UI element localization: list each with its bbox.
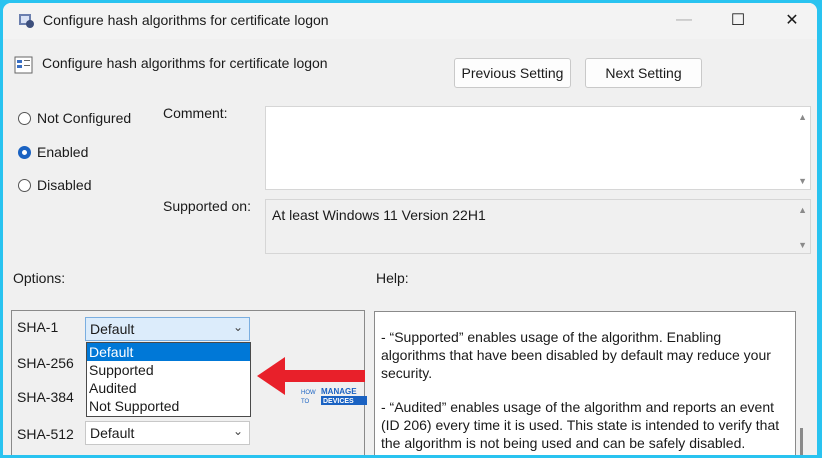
radio-label: Not Configured xyxy=(37,110,132,126)
sha1-select[interactable]: Default ⌄ xyxy=(85,317,250,341)
radio-disabled[interactable]: Disabled xyxy=(18,177,91,193)
supported-on-label: Supported on: xyxy=(163,198,251,214)
help-scrollbar[interactable] xyxy=(800,428,803,455)
close-icon[interactable]: ✕ xyxy=(769,3,815,37)
sha512-label: SHA-512 xyxy=(17,426,74,442)
radio-not-configured[interactable]: Not Configured xyxy=(18,110,131,126)
comment-label: Comment: xyxy=(163,105,228,121)
options-label: Options: xyxy=(13,270,66,286)
help-paragraph: - “Audited” enables usage of the algorit… xyxy=(381,399,780,451)
setting-title: Configure hash algorithms for certificat… xyxy=(42,55,328,71)
watermark-logo: HOW TO MANAGE DEVICES xyxy=(301,387,367,405)
radio-off-icon xyxy=(18,111,31,125)
supported-on-box: At least Windows 11 Version 22H1 ▲ ▼ xyxy=(265,199,811,254)
scroll-up-icon[interactable]: ▲ xyxy=(798,205,807,215)
select-value: Default xyxy=(90,425,135,441)
policy-setting-icon xyxy=(14,56,33,74)
help-paragraph: - “Supported” enables usage of the algor… xyxy=(381,329,771,381)
supported-on-value: At least Windows 11 Version 22H1 xyxy=(272,207,486,223)
previous-setting-button[interactable]: Previous Setting xyxy=(454,58,571,88)
chevron-down-icon: ⌄ xyxy=(232,424,243,438)
radio-off-icon xyxy=(18,178,31,192)
next-setting-button[interactable]: Next Setting xyxy=(585,58,702,88)
maximize-icon[interactable]: ☐ xyxy=(715,3,761,37)
scroll-down-icon[interactable]: ▼ xyxy=(798,176,807,186)
dropdown-option[interactable]: Audited xyxy=(87,379,250,397)
radio-enabled[interactable]: Enabled xyxy=(18,144,88,160)
radio-label: Enabled xyxy=(37,144,89,160)
help-panel: - “Supported” enables usage of the algor… xyxy=(374,311,796,455)
svg-text:DEVICES: DEVICES xyxy=(323,398,354,405)
chevron-down-icon: ⌄ xyxy=(232,320,243,334)
sha1-dropdown-list: Default Supported Audited Not Supported xyxy=(86,342,251,417)
svg-text:MANAGE: MANAGE xyxy=(321,387,357,396)
dropdown-option[interactable]: Not Supported xyxy=(87,397,250,415)
svg-text:TO: TO xyxy=(301,399,310,405)
sha256-label: SHA-256 xyxy=(17,355,74,371)
help-label: Help: xyxy=(376,270,409,286)
help-text: - “Supported” enables usage of the algor… xyxy=(381,328,785,455)
sha1-label: SHA-1 xyxy=(17,319,59,335)
minimize-icon[interactable]: — xyxy=(661,3,707,37)
comment-textarea[interactable]: ▲ ▼ xyxy=(265,106,811,190)
dialog-window: Configure hash algorithms for certificat… xyxy=(3,3,817,455)
policy-icon xyxy=(19,14,34,28)
window-title: Configure hash algorithms for certificat… xyxy=(43,12,329,28)
radio-on-icon xyxy=(18,145,31,159)
scroll-up-icon[interactable]: ▲ xyxy=(798,112,807,122)
radio-label: Disabled xyxy=(37,177,92,193)
dropdown-option[interactable]: Supported xyxy=(87,361,250,379)
svg-text:HOW: HOW xyxy=(301,390,316,396)
title-bar: Configure hash algorithms for certificat… xyxy=(3,3,817,39)
sha512-select[interactable]: Default ⌄ xyxy=(85,421,250,445)
select-value: Default xyxy=(90,321,135,337)
sha384-label: SHA-384 xyxy=(17,389,74,405)
scroll-down-icon[interactable]: ▼ xyxy=(798,240,807,250)
dropdown-option[interactable]: Default xyxy=(87,343,250,361)
